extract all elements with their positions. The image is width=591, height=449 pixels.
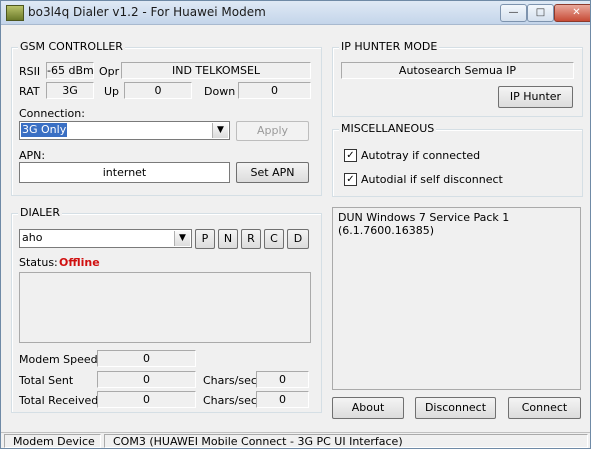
apply-button[interactable]: Apply — [236, 121, 309, 141]
dun-info-text: DUN Windows 7 Service Pack 1 (6.1.7600.1… — [338, 211, 510, 237]
chars-sec-received-value: 0 — [256, 391, 309, 408]
total-sent-label: Total Sent — [19, 374, 74, 387]
p-button[interactable]: P — [195, 229, 215, 249]
autodial-label[interactable]: Autodial if self disconnect — [361, 173, 503, 186]
status-label: Status: — [19, 256, 58, 269]
autodial-checkbox[interactable]: ✓ — [344, 173, 357, 186]
d-button[interactable]: D — [287, 229, 309, 249]
status-value: Offline — [59, 256, 100, 269]
misc-title: MISCELLANEOUS — [339, 122, 437, 135]
apn-label: APN: — [19, 149, 46, 162]
info-panel: DUN Windows 7 Service Pack 1 (6.1.7600.1… — [332, 207, 581, 390]
chevron-down-icon[interactable]: ▼ — [212, 123, 228, 138]
modem-device-label: Modem Device — [4, 434, 101, 448]
rat-value: 3G — [46, 82, 94, 99]
minimize-icon: — — [508, 7, 519, 18]
dialer-window: bo3l4q Dialer v1.2 - For Huawei Modem — … — [0, 0, 591, 449]
ip-hunter-button[interactable]: IP Hunter — [498, 86, 573, 108]
connection-value: 3G Only — [21, 123, 68, 137]
operator-value: IND TELKOMSEL — [121, 62, 311, 79]
connection-select[interactable]: 3G Only ▼ — [19, 121, 230, 140]
window-title: bo3l4q Dialer v1.2 - For Huawei Modem — [28, 5, 266, 19]
disconnect-button[interactable]: Disconnect — [415, 397, 496, 419]
rssi-label: RSII — [19, 65, 41, 78]
connection-label: Connection: — [19, 107, 85, 120]
set-apn-button[interactable]: Set APN — [236, 162, 309, 183]
total-received-label: Total Received — [19, 394, 99, 407]
c-button[interactable]: C — [264, 229, 284, 249]
ip-hunter-mode: Autosearch Semua IP — [341, 62, 574, 79]
chars-sec-label-sent: Chars/sec — [203, 374, 257, 387]
down-value: 0 — [238, 82, 311, 99]
dialer-log[interactable] — [19, 272, 311, 343]
chars-sec-label-received: Chars/sec — [203, 394, 257, 407]
modem-device-value: COM3 (HUAWEI Mobile Connect - 3G PC UI I… — [104, 434, 588, 448]
profile-value: aho — [22, 231, 43, 244]
title-bar[interactable]: bo3l4q Dialer v1.2 - For Huawei Modem — … — [1, 1, 590, 25]
up-label: Up — [104, 85, 120, 98]
app-icon — [6, 5, 24, 21]
autotray-label[interactable]: Autotray if connected — [361, 149, 480, 162]
maximize-icon: □ — [535, 7, 546, 18]
chevron-down-icon[interactable]: ▼ — [174, 231, 190, 246]
modem-speed-value: 0 — [97, 350, 196, 367]
up-value: 0 — [124, 82, 192, 99]
modem-speed-label: Modem Speed — [19, 353, 98, 366]
operator-label: Opr — [99, 65, 120, 78]
dialer-title: DIALER — [18, 206, 62, 219]
profile-select[interactable]: aho ▼ — [19, 229, 192, 248]
autotray-checkbox[interactable]: ✓ — [344, 149, 357, 162]
gsm-controller-title: GSM CONTROLLER — [18, 40, 125, 53]
apn-input[interactable]: internet — [19, 162, 230, 183]
rssi-value: -65 dBm — [46, 62, 94, 79]
minimize-button[interactable]: — — [500, 4, 527, 22]
maximize-button[interactable]: □ — [527, 4, 554, 22]
about-button[interactable]: About — [332, 397, 404, 419]
checkmark-icon: ✓ — [346, 174, 355, 185]
connect-button[interactable]: Connect — [508, 397, 581, 419]
close-icon: ✕ — [572, 7, 581, 18]
close-button[interactable]: ✕ — [554, 4, 590, 22]
status-bar: Modem Device COM3 (HUAWEI Mobile Connect… — [1, 432, 590, 448]
total-sent-value: 0 — [97, 371, 196, 388]
misc-group: MISCELLANEOUS — [332, 122, 583, 197]
down-label: Down — [204, 85, 236, 98]
ip-hunter-title: IP HUNTER MODE — [339, 40, 440, 53]
checkmark-icon: ✓ — [346, 150, 355, 161]
r-button[interactable]: R — [241, 229, 261, 249]
total-received-value: 0 — [97, 391, 196, 408]
n-button[interactable]: N — [218, 229, 238, 249]
rat-label: RAT — [19, 85, 40, 98]
chars-sec-sent-value: 0 — [256, 371, 309, 388]
